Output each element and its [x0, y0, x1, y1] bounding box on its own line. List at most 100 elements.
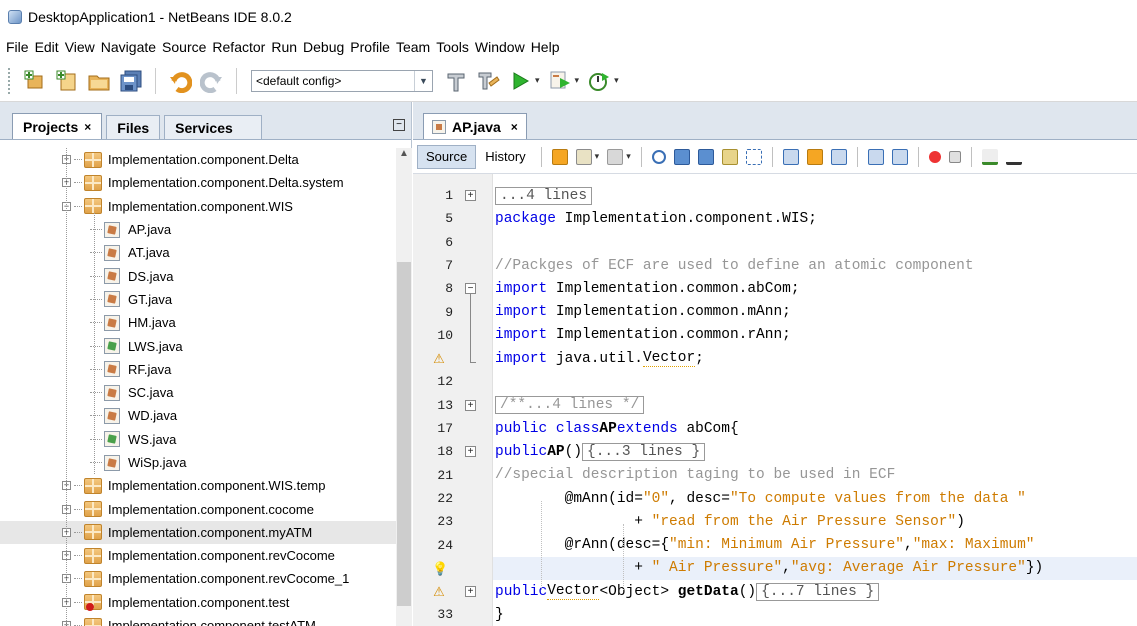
menu-profile[interactable]: Profile: [348, 39, 392, 55]
chevron-down-icon[interactable]: ▼: [414, 70, 432, 91]
lightbulb-icon[interactable]: 💡: [432, 561, 448, 576]
menu-view[interactable]: View: [63, 39, 97, 55]
code-line[interactable]: //Packges of ECF are used to define an a…: [493, 254, 1137, 277]
menu-help[interactable]: Help: [529, 39, 562, 55]
code-line[interactable]: @mAnn(id= "0", desc= "To compute values fr…: [493, 487, 1137, 510]
tree-item[interactable]: WS.java: [0, 428, 396, 451]
chevron-down-icon[interactable]: ▾: [535, 75, 540, 86]
expand-fold-icon[interactable]: +: [465, 586, 476, 598]
code-line[interactable]: public Vector <Object> getData() {...7 lin…: [493, 580, 1137, 603]
warning-bulb-icon[interactable]: ⚠: [432, 351, 446, 366]
expand-fold-icon[interactable]: +: [465, 446, 476, 458]
undo-icon[interactable]: [167, 68, 193, 94]
tab-files[interactable]: Files: [106, 115, 161, 139]
chevron-down-icon[interactable]: ▾: [575, 75, 580, 86]
tab-ap-java[interactable]: AP.java ×: [423, 113, 527, 139]
collapse-fold-icon[interactable]: −: [465, 283, 476, 295]
tree-item[interactable]: − Implementation.component.WIS: [0, 195, 396, 218]
scroll-thumb[interactable]: [397, 262, 411, 606]
toolbar-grip[interactable]: [8, 67, 11, 94]
close-icon[interactable]: ×: [511, 120, 518, 134]
tree-item[interactable]: + Implementation.component.revCocome_1: [0, 567, 396, 590]
toggle-highlight-icon[interactable]: [721, 148, 738, 165]
tree-item[interactable]: GT.java: [0, 288, 396, 311]
code-line[interactable]: import Implementation.common.rAnn;: [493, 324, 1137, 347]
tree-item[interactable]: + Implementation.component.cocome: [0, 497, 396, 520]
tab-projects[interactable]: Projects ×: [12, 113, 103, 139]
expand-fold-icon[interactable]: +: [465, 399, 476, 411]
source-view-button[interactable]: Source: [417, 144, 477, 169]
code-line[interactable]: public AP() {...3 lines }: [493, 440, 1137, 463]
code-line[interactable]: import java.util. Vector;: [493, 347, 1137, 370]
back-icon[interactable]: [575, 148, 592, 165]
open-project-icon[interactable]: [86, 68, 112, 94]
code-line[interactable]: [493, 231, 1137, 254]
close-icon[interactable]: ×: [84, 120, 91, 134]
tree-item[interactable]: LWS.java: [0, 334, 396, 357]
comment-icon[interactable]: [981, 148, 998, 165]
tree-item[interactable]: WD.java: [0, 404, 396, 427]
last-edit-icon[interactable]: [551, 148, 568, 165]
configuration-select[interactable]: <default config> ▼: [251, 69, 433, 92]
warning-bulb-icon[interactable]: ⚠: [432, 584, 446, 599]
menu-edit[interactable]: Edit: [33, 39, 61, 55]
find-icon[interactable]: [651, 149, 666, 164]
menu-file[interactable]: File: [4, 39, 31, 55]
minimize-icon[interactable]: −: [393, 119, 405, 131]
run-icon[interactable]: [507, 68, 533, 94]
tree-item[interactable]: AT.java: [0, 241, 396, 264]
code-line[interactable]: //special description taging to be used …: [493, 464, 1137, 487]
tree-item[interactable]: + Implementation.component.Delta.system: [0, 171, 396, 194]
projects-scrollbar[interactable]: ▲: [396, 148, 412, 626]
menu-debug[interactable]: Debug: [301, 39, 346, 55]
shift-left-icon[interactable]: [867, 148, 884, 165]
rectangular-selection-icon[interactable]: [745, 148, 762, 165]
menu-refactor[interactable]: Refactor: [210, 39, 267, 55]
code-line[interactable]: package Implementation.component.WIS;: [493, 207, 1137, 230]
code-line[interactable]: [493, 370, 1137, 393]
chevron-down-icon[interactable]: ▾: [595, 151, 600, 162]
tree-item[interactable]: RF.java: [0, 358, 396, 381]
code-area[interactable]: ...4 lines package Implementation.compone…: [493, 174, 1137, 626]
menu-source[interactable]: Source: [160, 39, 208, 55]
chevron-down-icon[interactable]: ▾: [626, 151, 631, 162]
code-line[interactable]: }: [493, 603, 1137, 626]
tree-item[interactable]: WiSp.java: [0, 451, 396, 474]
next-bookmark-icon[interactable]: [806, 148, 823, 165]
history-view-button[interactable]: History: [476, 145, 534, 169]
save-all-icon[interactable]: [118, 68, 144, 94]
tab-services[interactable]: Services: [164, 115, 262, 139]
code-line[interactable]: public class AP extends abCom{: [493, 417, 1137, 440]
tree-item[interactable]: + Implementation.component.testATM: [0, 614, 396, 626]
tree-item[interactable]: AP.java: [0, 218, 396, 241]
expand-fold-icon[interactable]: +: [465, 190, 476, 201]
tree-item[interactable]: SC.java: [0, 381, 396, 404]
code-line[interactable]: /**...4 lines */: [493, 394, 1137, 417]
code-line[interactable]: import Implementation.common.mAnn;: [493, 301, 1137, 324]
redo-icon[interactable]: [199, 68, 225, 94]
profile-icon[interactable]: [586, 68, 612, 94]
previous-bookmark-icon[interactable]: [782, 148, 799, 165]
tree-item[interactable]: + Implementation.component.test: [0, 591, 396, 614]
tree-item[interactable]: DS.java: [0, 264, 396, 287]
scroll-up-icon[interactable]: ▲: [396, 148, 412, 164]
chevron-down-icon[interactable]: ▾: [614, 75, 619, 86]
tree-item[interactable]: HM.java: [0, 311, 396, 334]
uncomment-icon[interactable]: [1005, 148, 1022, 165]
code-line[interactable]: @rAnn(desc={"min: Minimum Air Pressure",…: [493, 534, 1137, 557]
new-project-icon[interactable]: [22, 68, 48, 94]
code-line[interactable]: + "read from the Air Pressure Sensor"): [493, 510, 1137, 533]
shift-right-icon[interactable]: [891, 148, 908, 165]
find-next-icon[interactable]: [697, 148, 714, 165]
menu-team[interactable]: Team: [394, 39, 432, 55]
menu-window[interactable]: Window: [473, 39, 527, 55]
clean-build-icon[interactable]: [443, 68, 469, 94]
tree-item[interactable]: + Implementation.component.revCocome: [0, 544, 396, 567]
tree-item[interactable]: + Implementation.component.myATM: [0, 520, 396, 545]
menu-tools[interactable]: Tools: [434, 39, 471, 55]
find-previous-icon[interactable]: [673, 148, 690, 165]
code-line[interactable]: import Implementation.common.abCom;: [493, 277, 1137, 300]
code-line[interactable]: ...4 lines: [493, 184, 1137, 207]
menu-run[interactable]: Run: [269, 39, 299, 55]
start-macro-icon[interactable]: [928, 150, 941, 163]
